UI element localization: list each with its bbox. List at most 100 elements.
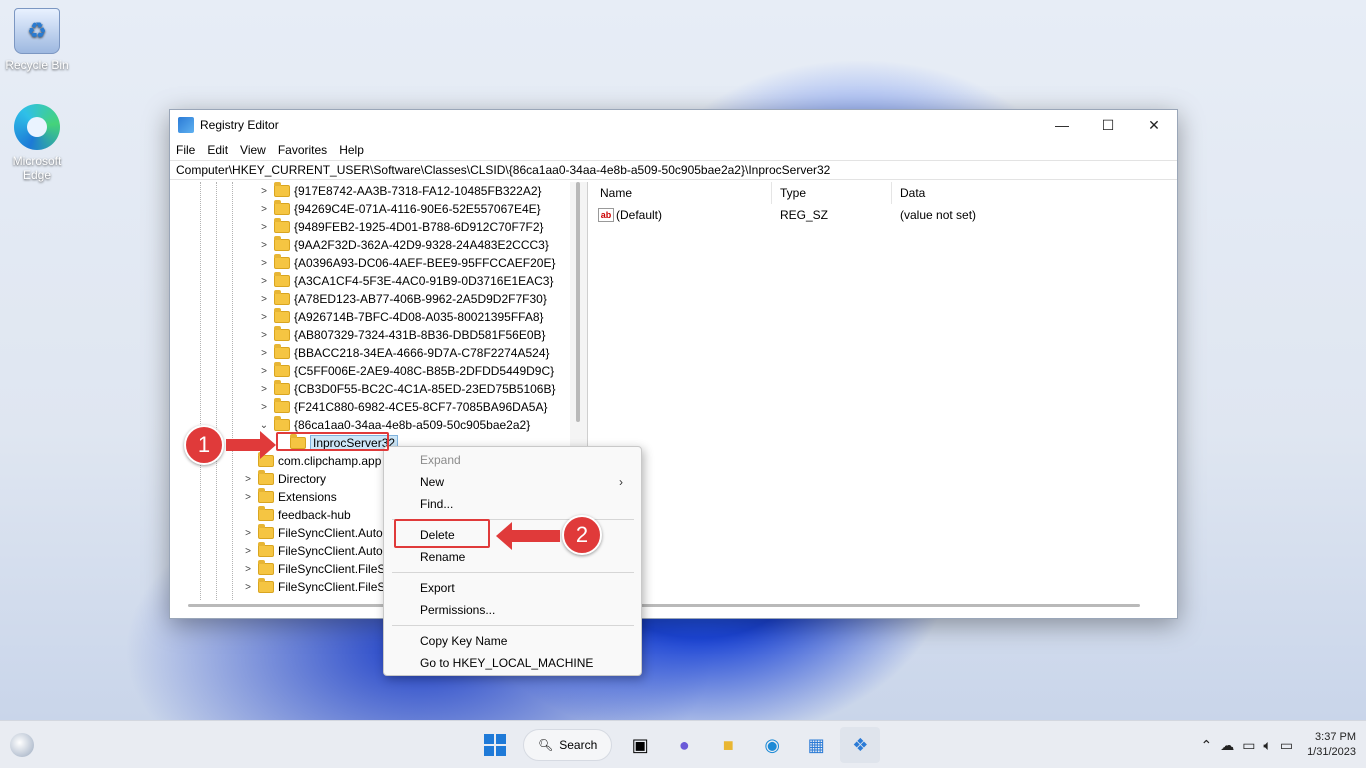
folder-icon [258, 524, 274, 539]
chevron-right-icon[interactable]: > [242, 528, 254, 539]
start-icon [484, 734, 506, 756]
display-icon[interactable]: ▭ [1242, 737, 1255, 754]
tree-item[interactable]: > FileSyncClient.AutoP [242, 542, 391, 560]
tree-item[interactable]: > Directory [242, 470, 326, 488]
column-name[interactable]: Name [592, 182, 772, 204]
maximize-button[interactable]: ☐ [1085, 110, 1131, 140]
start-button[interactable] [475, 727, 515, 763]
registry-editor-icon[interactable]: ❖ [840, 727, 881, 763]
system-tray: ⌃ ☁ ▭ 🔈︎ ▭ 3:37 PM 1/31/2023 [1200, 727, 1356, 763]
chevron-right-icon[interactable]: > [242, 564, 254, 575]
recycle-bin-shortcut[interactable]: ♻ Recycle Bin [1, 8, 73, 72]
tree-item-label: Directory [278, 472, 327, 486]
menu-file[interactable]: File [176, 143, 195, 157]
folder-icon [258, 542, 274, 557]
tree-item[interactable]: > {917E8742-AA3B-7318-FA12-10485FB322A2} [258, 182, 542, 200]
chevron-up-icon[interactable]: ⌃ [1200, 737, 1212, 754]
tree-item[interactable]: > FileSyncClient.AutoP [242, 524, 391, 542]
step-2-arrow [496, 522, 560, 550]
tree-item[interactable]: > Extensions [242, 488, 337, 506]
chevron-right-icon[interactable]: > [258, 330, 270, 341]
chevron-right-icon[interactable]: > [258, 294, 270, 305]
chevron-right-icon[interactable]: > [258, 366, 270, 377]
battery-icon[interactable]: ▭ [1280, 737, 1293, 754]
scroll-thumb[interactable] [576, 182, 580, 422]
tree-item[interactable]: > {AB807329-7324-431B-8B36-DBD581F56E0B} [258, 326, 546, 344]
horizontal-scrollbar[interactable] [170, 602, 1177, 610]
context-menu-item[interactable]: Export [390, 577, 635, 599]
tree-item[interactable]: > {A926714B-7BFC-4D08-A035-80021395FFA8} [258, 308, 544, 326]
chevron-right-icon[interactable]: > [258, 312, 270, 323]
menu-edit[interactable]: Edit [207, 143, 228, 157]
step-1-badge: 1 [184, 425, 224, 465]
column-type[interactable]: Type [772, 182, 892, 204]
cloud-icon[interactable]: ☁ [1220, 737, 1234, 754]
store-icon[interactable]: ▦ [796, 727, 836, 763]
chevron-right-icon[interactable]: > [242, 492, 254, 503]
tree-item[interactable]: > FileSyncClient.FileSy [242, 560, 391, 578]
tree-item[interactable]: > {BBACC218-34EA-4666-9D7A-C78F2274A524} [258, 344, 550, 362]
context-menu-item[interactable]: Copy Key Name [390, 630, 635, 652]
tree-item-label: FileSyncClient.AutoP [278, 526, 391, 540]
menu-view[interactable]: View [240, 143, 266, 157]
chevron-right-icon[interactable]: > [242, 546, 254, 557]
chevron-right-icon[interactable]: > [258, 222, 270, 233]
minimize-button[interactable]: — [1039, 110, 1085, 140]
address-bar[interactable]: Computer\HKEY_CURRENT_USER\Software\Clas… [170, 160, 1177, 180]
tree-item[interactable]: feedback-hub [242, 506, 351, 524]
search-button[interactable]: 🔍︎ Search [523, 729, 613, 761]
folder-icon [274, 308, 290, 323]
edge-icon[interactable]: ◉ [752, 727, 792, 763]
value-row[interactable]: ab (Default) REG_SZ (value not set) [592, 204, 1177, 226]
tree-item[interactable]: > {A78ED123-AB77-406B-9962-2A5D9D2F7F30} [258, 290, 547, 308]
values-pane[interactable]: Name Type Data ab (Default) REG_SZ (valu… [592, 182, 1177, 600]
context-menu-item[interactable]: Rename [390, 546, 635, 568]
delete-highlight [394, 519, 490, 548]
values-scroll-thumb[interactable] [640, 604, 1140, 607]
tree-item[interactable]: > {C5FF006E-2AE9-408C-B85B-2DFDD5449D9C} [258, 362, 554, 380]
tree-item[interactable]: > {9489FEB2-1925-4D01-B788-6D912C70F7F2} [258, 218, 544, 236]
tree-item[interactable]: > {F241C880-6982-4CE5-8CF7-7085BA96DA5A} [258, 398, 548, 416]
context-menu-item[interactable]: Find... [390, 493, 635, 515]
tree-item[interactable]: > {94269C4E-071A-4116-90E6-52E557067E4E} [258, 200, 541, 218]
clock[interactable]: 3:37 PM 1/31/2023 [1307, 730, 1356, 760]
chevron-right-icon[interactable]: > [258, 402, 270, 413]
chat-icon[interactable]: ● [664, 727, 704, 763]
speaker-icon[interactable]: 🔈︎ [1263, 737, 1271, 754]
chevron-right-icon[interactable]: > [242, 582, 254, 593]
context-menu-item[interactable]: Go to HKEY_LOCAL_MACHINE [390, 652, 635, 674]
chevron-right-icon[interactable]: > [258, 348, 270, 359]
context-menu-item-label: Permissions... [420, 603, 496, 617]
task-view-icon[interactable]: ▣ [620, 727, 660, 763]
chevron-right-icon[interactable]: > [258, 240, 270, 251]
folder-icon [274, 218, 290, 233]
chevron-right-icon[interactable]: > [258, 258, 270, 269]
title-bar[interactable]: Registry Editor — ☐ ✕ [170, 110, 1177, 140]
value-name: (Default) [616, 208, 663, 222]
window-title: Registry Editor [200, 118, 279, 132]
tree-item[interactable]: > {CB3D0F55-BC2C-4C1A-85ED-23ED75B5106B} [258, 380, 555, 398]
chevron-right-icon[interactable]: > [258, 186, 270, 197]
menu-favorites[interactable]: Favorites [278, 143, 327, 157]
tree-item[interactable]: > {9AA2F32D-362A-42D9-9328-24A483E2CCC3} [258, 236, 549, 254]
chevron-right-icon[interactable]: > [258, 384, 270, 395]
file-explorer-icon[interactable]: ■ [708, 727, 748, 763]
edge-shortcut[interactable]: Microsoft Edge [1, 104, 73, 182]
tree-item[interactable]: > FileSyncClient.FileSy [242, 578, 391, 596]
chevron-right-icon[interactable]: > [258, 276, 270, 287]
tree-item[interactable]: > {A3CA1CF4-5F3E-4AC0-91B9-0D3716E1EAC3} [258, 272, 553, 290]
tree-item[interactable]: > {A0396A93-DC06-4AEF-BEE9-95FFCCAEF20E} [258, 254, 555, 272]
chevron-right-icon[interactable]: > [258, 204, 270, 215]
folder-icon [274, 290, 290, 305]
weather-icon[interactable] [10, 733, 34, 757]
context-menu-item-label: Expand [420, 453, 461, 467]
close-button[interactable]: ✕ [1131, 110, 1177, 140]
context-menu-item[interactable]: Permissions... [390, 599, 635, 621]
tree-item-label: {A3CA1CF4-5F3E-4AC0-91B9-0D3716E1EAC3} [294, 274, 554, 288]
chevron-right-icon[interactable]: > [242, 474, 254, 485]
chevron-down-icon[interactable]: ⌄ [258, 420, 270, 431]
context-menu-item[interactable]: New › [390, 471, 635, 493]
menu-help[interactable]: Help [339, 143, 364, 157]
menu-bar: File Edit View Favorites Help [170, 140, 1177, 160]
column-data[interactable]: Data [892, 182, 1172, 204]
